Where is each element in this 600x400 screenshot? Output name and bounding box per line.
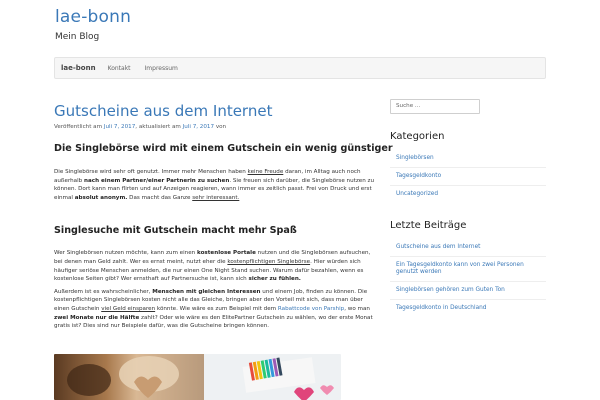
nav-brand[interactable]: lae-bonn [61, 64, 96, 72]
post-featured-image [54, 354, 341, 400]
meta-published-prefix: Veröffentlicht am [54, 124, 104, 130]
p3-text-3: könnte. Wie wäre es zum Beispiel mit dem [155, 305, 278, 312]
categories-title: Kategorien [390, 130, 445, 142]
navbar: lae-bonn Kontakt Impressum [54, 57, 546, 79]
p1-text-1: Die Singlebörse wird sehr oft genutzt. I… [54, 169, 248, 175]
p3-text-1: Außerdem ist es wahrscheinlicher, [54, 288, 153, 295]
meta-updated-prefix: , aktualisiert am [135, 124, 183, 130]
search-input[interactable] [390, 98, 480, 114]
recent-posts-title: Letzte Beiträge [390, 219, 467, 231]
recent-post-link[interactable]: Tagesgeldkonto in Deutschland [390, 298, 546, 317]
sidebar: Kategorien Singlebörsen Tagesgeldkonto U… [390, 92, 546, 317]
p3-text-4: , wo man [344, 305, 370, 312]
category-link[interactable]: Singlebörsen [390, 150, 546, 167]
recent-post-link[interactable]: Singlebörsen gehören zum Guten Ton [390, 280, 546, 299]
p2-bold-2: sicher zu fühlen. [248, 276, 301, 283]
p3-bold-1: Menschen mit gleichen Interessen [152, 288, 261, 295]
p3-link-parship[interactable]: Rabattcode von Parship [278, 306, 344, 312]
p2-link-kostenpflichtig[interactable]: kostenpflichtigen Singlebörse [227, 259, 310, 265]
post-paragraph-2: Wer Singlebörsen nutzen möchte, kann zum… [54, 249, 380, 283]
post-title[interactable]: Gutscheine aus dem Internet [54, 100, 380, 122]
hearts-and-pencils-image [54, 354, 341, 400]
p1-bold-1: nach einem Partner/einer Partnerin zu su… [84, 177, 230, 184]
categories-list: Singlebörsen Tagesgeldkonto Uncategorize… [390, 150, 546, 203]
recent-posts-list: Gutscheine aus dem Internet Ein Tagesgel… [390, 239, 546, 317]
category-link[interactable]: Tagesgeldkonto [390, 166, 546, 185]
p1-link-sehr-interessant[interactable]: sehr interessant. [192, 195, 239, 201]
meta-updated-date[interactable]: Juli 7, 2017 [183, 124, 214, 130]
site-title[interactable]: lae-bonn [55, 7, 131, 27]
p2-bold-1: kostenlose Portale [197, 250, 256, 257]
p2-text-1: Wer Singlebörsen nutzen möchte, kann zum… [54, 250, 197, 257]
p3-link-geld-einsparen[interactable]: viel Geld einsparen [101, 306, 155, 312]
p1-bold-2: absolut anonym. [74, 194, 128, 201]
post-heading-1: Die Singlebörse wird mit einem Gutschein… [54, 143, 393, 154]
p3-bold-2: zwei Monate nur die Hälfte [54, 314, 140, 321]
nav-item-kontakt[interactable]: Kontakt [108, 65, 131, 72]
post-meta: Veröffentlicht am Juli 7, 2017, aktualis… [54, 124, 380, 130]
category-link[interactable]: Uncategorized [390, 184, 546, 203]
p1-text-4: Das macht das Ganze [127, 194, 193, 201]
post-paragraph-3: Außerdem ist es wahrscheinlicher, Mensch… [54, 288, 380, 331]
recent-post-link[interactable]: Ein Tagesgeldkonto kann von zwei Persone… [390, 255, 546, 281]
recent-post-link[interactable]: Gutscheine aus dem Internet [390, 239, 546, 256]
meta-author-prefix: von [214, 124, 227, 130]
nav-item-impressum[interactable]: Impressum [145, 65, 178, 72]
post-paragraph-1: Die Singlebörse wird sehr oft genutzt. I… [54, 168, 380, 202]
site-description: Mein Blog [55, 32, 100, 42]
meta-published-date[interactable]: Juli 7, 2017 [104, 124, 135, 130]
main-content: Gutscheine aus dem Internet Veröffentlic… [54, 100, 393, 331]
p1-link-keine-freude[interactable]: keine Freude [248, 169, 284, 175]
post-heading-2: Singlesuche mit Gutschein macht mehr Spa… [54, 225, 297, 237]
